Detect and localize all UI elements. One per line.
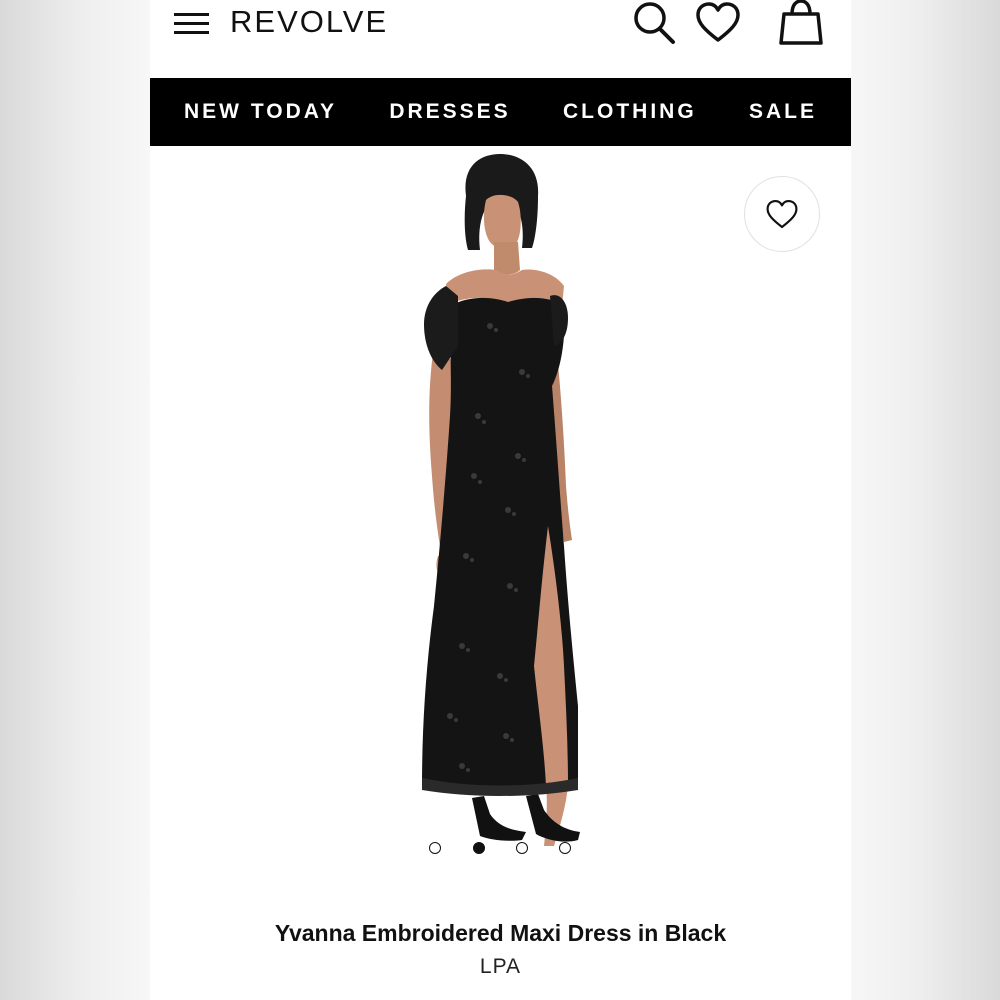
product-brand[interactable]: LPA bbox=[150, 955, 851, 979]
carousel-dot-active[interactable] bbox=[473, 842, 485, 854]
carousel-dot[interactable] bbox=[429, 842, 441, 854]
carousel-dot[interactable] bbox=[559, 842, 571, 854]
favorite-button[interactable] bbox=[744, 176, 820, 252]
carousel-dots bbox=[150, 842, 851, 858]
nav-clothing[interactable]: CLOTHING bbox=[563, 100, 697, 124]
carousel-dot[interactable] bbox=[516, 842, 528, 854]
heart-icon[interactable] bbox=[693, 0, 743, 48]
nav-dresses[interactable]: DRESSES bbox=[389, 100, 510, 124]
product-title[interactable]: Yvanna Embroidered Maxi Dress in Black bbox=[150, 920, 851, 947]
menu-icon[interactable] bbox=[172, 10, 212, 40]
app-screen: REVOLVE NEW TODAY DRESSES CLOTHING SALE bbox=[150, 0, 851, 1000]
nav-sale[interactable]: SALE bbox=[749, 100, 817, 124]
search-icon[interactable] bbox=[630, 0, 680, 48]
product-image-carousel[interactable] bbox=[150, 146, 851, 886]
heart-outline-icon bbox=[766, 199, 798, 229]
nav-new-today[interactable]: NEW TODAY bbox=[184, 100, 337, 124]
top-header: REVOLVE bbox=[150, 0, 851, 78]
product-photo bbox=[422, 154, 580, 846]
category-nav: NEW TODAY DRESSES CLOTHING SALE bbox=[150, 78, 851, 146]
shopping-bag-icon[interactable] bbox=[777, 0, 825, 48]
revolve-logo[interactable]: REVOLVE bbox=[230, 2, 388, 42]
